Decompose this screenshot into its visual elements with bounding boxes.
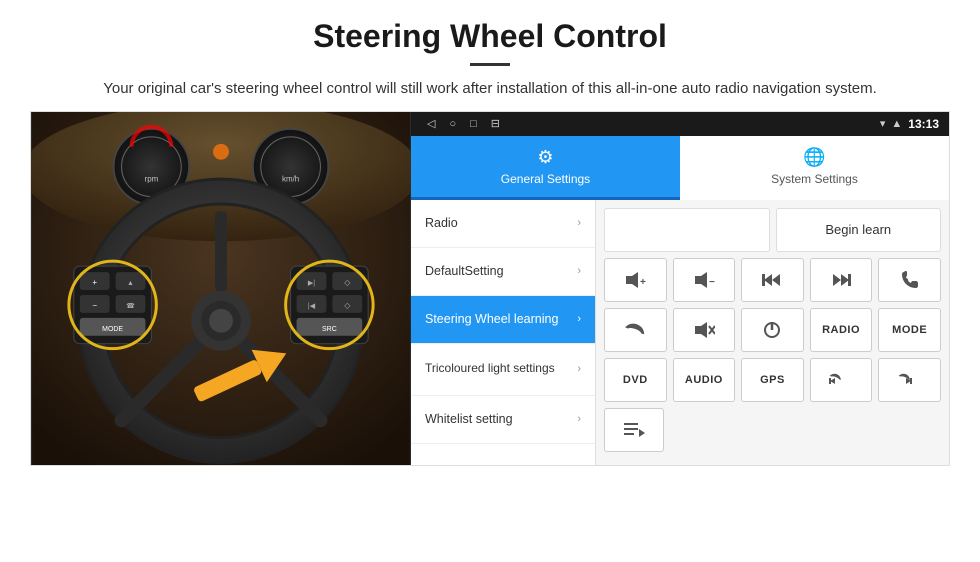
menu-item-default[interactable]: DefaultSetting › bbox=[411, 248, 595, 296]
content-area: Radio › DefaultSetting › Steering Wheel … bbox=[411, 200, 949, 465]
button-row-1: + − bbox=[604, 258, 941, 302]
gps-button[interactable]: GPS bbox=[741, 358, 804, 402]
svg-text:+: + bbox=[92, 278, 97, 287]
hangup-button[interactable] bbox=[604, 308, 667, 352]
svg-text:−: − bbox=[709, 277, 715, 288]
system-settings-icon: 🌐 bbox=[803, 147, 825, 168]
radio-button[interactable]: RADIO bbox=[810, 308, 873, 352]
tab-general-label: General Settings bbox=[501, 172, 590, 186]
chevron-icon: › bbox=[577, 217, 581, 229]
steering-wheel-section: rpm km/h + bbox=[31, 112, 411, 465]
back-icon[interactable]: ◁ bbox=[427, 117, 435, 130]
page-title: Steering Wheel Control bbox=[60, 18, 920, 55]
phone-button[interactable] bbox=[878, 258, 941, 302]
svg-text:MODE: MODE bbox=[102, 325, 123, 332]
menu-icon[interactable]: ⊟ bbox=[491, 117, 500, 130]
button-row-3: DVD AUDIO GPS bbox=[604, 358, 941, 402]
menu-item-whitelist[interactable]: Whitelist setting › bbox=[411, 396, 595, 444]
svg-text:−: − bbox=[92, 300, 97, 309]
main-content: rpm km/h + bbox=[30, 111, 950, 466]
phone-next-button[interactable] bbox=[878, 358, 941, 402]
phone-prev-button[interactable] bbox=[810, 358, 873, 402]
next-track-button[interactable] bbox=[810, 258, 873, 302]
status-bar-nav: ◁ ○ □ ⊟ bbox=[421, 117, 874, 130]
signal-icon: ▾ bbox=[880, 117, 886, 130]
svg-text:km/h: km/h bbox=[282, 174, 299, 183]
power-button[interactable] bbox=[741, 308, 804, 352]
recents-icon[interactable]: □ bbox=[470, 118, 477, 130]
control-panel: Begin learn + − bbox=[596, 200, 949, 465]
empty-input-field bbox=[604, 208, 770, 252]
begin-learn-button[interactable]: Begin learn bbox=[776, 208, 942, 252]
menu-item-radio[interactable]: Radio › bbox=[411, 200, 595, 248]
menu-item-steering[interactable]: Steering Wheel learning › bbox=[411, 296, 595, 344]
playlist-button[interactable] bbox=[604, 408, 664, 452]
menu-list: Radio › DefaultSetting › Steering Wheel … bbox=[411, 200, 596, 465]
chevron-icon: › bbox=[577, 363, 581, 375]
svg-text:rpm: rpm bbox=[145, 174, 159, 183]
chevron-icon: › bbox=[577, 413, 581, 425]
page-header: Steering Wheel Control Your original car… bbox=[0, 0, 980, 111]
status-time: 13:13 bbox=[908, 117, 939, 131]
svg-text:◇: ◇ bbox=[344, 278, 351, 287]
audio-button[interactable]: AUDIO bbox=[673, 358, 736, 402]
home-icon[interactable]: ○ bbox=[449, 118, 456, 130]
button-row-2: RADIO MODE bbox=[604, 308, 941, 352]
mode-button[interactable]: MODE bbox=[878, 308, 941, 352]
status-bar: ◁ ○ □ ⊟ ▾ ▲ 13:13 bbox=[411, 112, 949, 136]
svg-text:+: + bbox=[640, 277, 646, 288]
title-divider bbox=[470, 63, 510, 66]
mute-button[interactable] bbox=[673, 308, 736, 352]
page-subtitle: Your original car's steering wheel contr… bbox=[60, 78, 920, 101]
tab-system-label: System Settings bbox=[771, 172, 858, 186]
tab-general-settings[interactable]: ⚙ General Settings bbox=[411, 136, 680, 200]
general-settings-icon: ⚙ bbox=[537, 147, 553, 168]
tab-system-settings[interactable]: 🌐 System Settings bbox=[680, 136, 949, 200]
svg-text:◇: ◇ bbox=[344, 300, 351, 309]
vol-down-button[interactable]: − bbox=[673, 258, 736, 302]
vol-up-button[interactable]: + bbox=[604, 258, 667, 302]
dvd-button[interactable]: DVD bbox=[604, 358, 667, 402]
prev-track-button[interactable] bbox=[741, 258, 804, 302]
menu-item-tricoloured[interactable]: Tricoloured light settings › bbox=[411, 344, 595, 396]
button-row-4 bbox=[604, 408, 941, 452]
svg-text:▶|: ▶| bbox=[308, 280, 315, 287]
chevron-icon: › bbox=[577, 265, 581, 277]
svg-text:|◀: |◀ bbox=[308, 302, 316, 309]
svg-text:SRC: SRC bbox=[322, 325, 337, 332]
tab-bar: ⚙ General Settings 🌐 System Settings bbox=[411, 136, 949, 200]
tablet-ui: ◁ ○ □ ⊟ ▾ ▲ 13:13 ⚙ General Settings 🌐 S… bbox=[411, 112, 949, 465]
begin-learn-row: Begin learn bbox=[604, 208, 941, 252]
wifi-icon: ▲ bbox=[891, 118, 902, 130]
svg-text:▲: ▲ bbox=[127, 280, 134, 287]
chevron-icon: › bbox=[577, 313, 581, 325]
svg-text:☎: ☎ bbox=[126, 301, 135, 309]
